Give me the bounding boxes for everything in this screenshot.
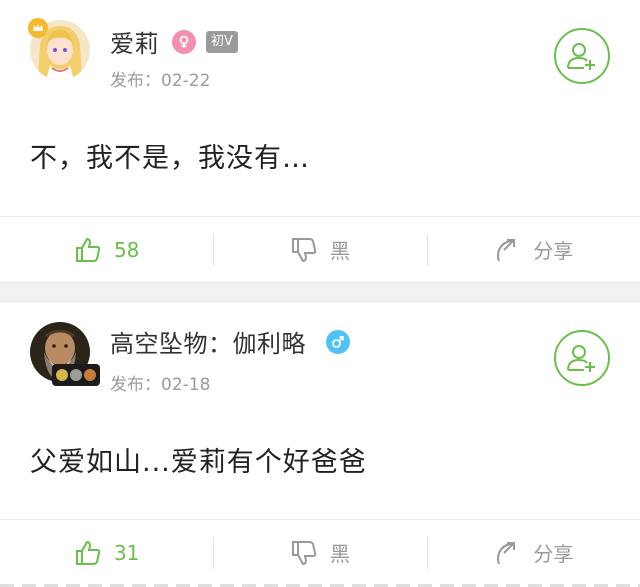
like-button[interactable]: 58 <box>0 217 213 282</box>
action-bar: 31 黑 分享 <box>0 519 640 585</box>
dislike-label: 黑 <box>329 239 350 263</box>
date-label: 发布： <box>110 71 161 91</box>
share-label: 分享 <box>533 239 574 263</box>
level-badge: 初V <box>206 31 238 53</box>
username[interactable]: 爱莉 <box>110 24 159 59</box>
like-button[interactable]: 31 <box>0 520 213 585</box>
share-label: 分享 <box>533 542 574 566</box>
post-card: 高空坠物：伽利略 发布：02-18 父爱如山...爱莉有个好爸爸 31 黑 分享 <box>0 302 640 587</box>
thumbs-up-icon <box>75 237 101 262</box>
medal-badge-icon <box>52 364 100 386</box>
add-user-icon <box>567 43 595 70</box>
share-button[interactable]: 分享 <box>426 217 640 282</box>
vip-crown-icon <box>28 18 48 38</box>
thumbs-down-icon <box>291 540 317 565</box>
username[interactable]: 高空坠物：伽利略 <box>110 324 306 359</box>
thumbs-down-icon <box>291 237 317 262</box>
share-icon <box>497 541 516 564</box>
action-bar: 58 黑 分享 <box>0 216 640 282</box>
male-icon <box>326 330 350 354</box>
post-date: 发布：02-22 <box>110 66 210 91</box>
dislike-button[interactable]: 黑 <box>213 520 426 585</box>
date-label: 发布： <box>110 375 161 395</box>
post-content: 父爱如山...爱莉有个好爸爸 <box>30 447 367 478</box>
female-icon <box>172 30 196 54</box>
post-separator <box>0 282 640 302</box>
add-user-icon <box>567 345 595 372</box>
share-button[interactable]: 分享 <box>426 520 640 585</box>
post-card: 爱莉 初V 发布：02-22 不，我不是，我没有… 58 黑 分享 <box>0 0 640 282</box>
follow-button[interactable] <box>554 330 610 386</box>
date-value: 02-18 <box>161 375 211 395</box>
like-count: 58 <box>113 237 140 262</box>
post-date: 发布：02-18 <box>110 370 210 395</box>
date-value: 02-22 <box>161 71 211 91</box>
dislike-label: 黑 <box>329 542 350 566</box>
like-count: 31 <box>113 540 140 565</box>
follow-button[interactable] <box>554 28 610 84</box>
share-icon <box>497 238 516 261</box>
post-content: 不，我不是，我没有… <box>30 143 310 174</box>
thumbs-up-icon <box>75 540 101 565</box>
dislike-button[interactable]: 黑 <box>213 217 426 282</box>
